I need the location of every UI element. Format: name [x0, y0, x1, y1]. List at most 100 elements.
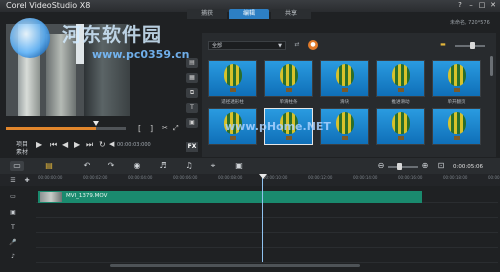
thumbnail-label: 推进滑动	[391, 100, 410, 105]
ruler-tick-label: 00:00:00:00	[38, 175, 63, 180]
transition-thumbnail[interactable]	[320, 60, 369, 97]
watermark-url: www.pc0359.cn	[92, 48, 190, 61]
category-dropdown[interactable]: 全部 ▼	[208, 41, 286, 50]
balloon-basket	[342, 88, 348, 92]
instant-project-icon[interactable]: ▦	[186, 73, 198, 83]
transition-thumbnail[interactable]	[208, 60, 257, 97]
thumbnail-zoom-handle[interactable]	[470, 42, 475, 49]
ruler-tick-label: 00:00:02:00	[83, 175, 108, 180]
end-icon[interactable]: ⏭	[86, 140, 93, 150]
ruler-tick-label: 00:00:14:00	[353, 175, 378, 180]
tab-edit[interactable]: 编辑	[229, 9, 269, 19]
home-icon[interactable]: ⏮	[50, 140, 57, 150]
overlay-track[interactable]	[36, 204, 498, 218]
clip-name: MVI_1379.MOV	[66, 193, 108, 199]
mark-in-icon[interactable]: [	[138, 124, 141, 133]
balloon-basket	[286, 88, 292, 92]
list-view-icon[interactable]: ▬	[438, 40, 448, 50]
timeline-ruler[interactable]	[0, 174, 500, 186]
fit-to-window-icon[interactable]: ⊡	[434, 161, 448, 171]
music-track-icon[interactable]: ♪	[8, 252, 18, 262]
transition-icon[interactable]: ⧉	[186, 88, 198, 98]
graphics-icon[interactable]: ▣	[186, 118, 198, 128]
mark-out-icon[interactable]: ]	[150, 124, 153, 133]
library-scrollbar[interactable]	[490, 56, 493, 76]
voice-track[interactable]	[36, 234, 498, 248]
thumbnail-label: 单滑柱条	[279, 100, 298, 105]
balloon-icon	[392, 64, 410, 86]
category-value: 全部	[212, 43, 223, 49]
media-icon[interactable]: ▤	[186, 58, 198, 68]
zoom-in-icon[interactable]: ⊕	[418, 161, 432, 171]
zoom-out-icon[interactable]: ⊖	[374, 161, 388, 171]
balloon-icon	[336, 112, 354, 134]
playhead-handle[interactable]	[259, 174, 267, 179]
sound-mixer-icon[interactable]: ♬	[156, 161, 170, 171]
redo-icon[interactable]: ↷	[104, 161, 118, 171]
enlarge-icon[interactable]: ⤢	[173, 124, 179, 133]
balloon-basket	[398, 136, 404, 140]
title-track-icon[interactable]: T	[8, 223, 18, 233]
ruler-tick-label: 00:00:18:00	[443, 175, 468, 180]
fx-filter-icon[interactable]: FX	[186, 142, 198, 152]
voice-track-icon[interactable]: 🎤	[8, 238, 18, 248]
previous-frame-icon[interactable]: ◀	[62, 140, 68, 149]
storyboard-view-icon[interactable]: ▭	[10, 161, 24, 171]
overlay-track-icon[interactable]: ▣	[8, 208, 18, 218]
ruler-tick-label: 00:00:20:00	[488, 175, 500, 180]
subtitle-editor-icon[interactable]: ▣	[232, 161, 246, 171]
balloon-icon	[336, 64, 354, 86]
video-track-icon[interactable]: ▭	[8, 192, 18, 202]
scrubber-fill	[6, 127, 96, 130]
clip-mode-label[interactable]: 素材	[16, 147, 28, 156]
tab-capture[interactable]: 捕获	[187, 9, 227, 19]
maximize-button[interactable]: □	[477, 1, 487, 10]
balloon-icon	[392, 112, 410, 134]
clip-thumbnail	[40, 192, 62, 202]
minimize-button[interactable]: –	[466, 1, 476, 10]
transition-thumbnail[interactable]	[264, 60, 313, 97]
timeline-scrollbar[interactable]	[110, 264, 360, 267]
next-frame-icon[interactable]: ▶	[74, 140, 80, 149]
close-button[interactable]: ✕	[488, 1, 498, 10]
title-track[interactable]	[36, 219, 498, 233]
transition-thumbnail[interactable]	[376, 60, 425, 97]
record-capture-icon[interactable]: ◉	[130, 161, 144, 171]
balloon-basket	[454, 88, 460, 92]
tab-share[interactable]: 共享	[271, 9, 311, 19]
timeline-view-icon[interactable]: ▤	[42, 161, 56, 171]
browse-icon[interactable]: ⇄	[292, 40, 302, 50]
balloon-basket	[342, 136, 348, 140]
project-resolution: 未命名, 720*576	[450, 20, 490, 26]
undo-icon[interactable]: ↶	[80, 161, 94, 171]
repeat-icon[interactable]: ↻	[99, 140, 106, 149]
balloon-icon	[224, 64, 242, 86]
balloon-basket	[286, 136, 292, 140]
balloon-basket	[230, 136, 236, 140]
scrubber-handle[interactable]	[93, 121, 99, 126]
motion-tracking-icon[interactable]: ⌖	[206, 161, 220, 171]
auto-music-icon[interactable]: ♫	[182, 161, 196, 171]
timeline-zoom-handle[interactable]	[397, 163, 402, 170]
volume-icon[interactable]: ◀	[109, 140, 114, 148]
balloon-basket	[230, 88, 236, 92]
preview-timecode[interactable]: 00:00:03:000	[117, 142, 151, 148]
app-title: Corel VideoStudio X8	[6, 1, 91, 10]
balloon-icon	[448, 64, 466, 86]
transition-thumbnail[interactable]	[376, 108, 425, 145]
title-icon[interactable]: T	[186, 103, 198, 113]
chevron-down-icon: ▼	[278, 43, 282, 49]
timeline-zoom-slider[interactable]	[388, 166, 418, 168]
music-track[interactable]	[36, 249, 498, 263]
help-button[interactable]: ?	[455, 1, 465, 10]
track-manager-icon[interactable]: ☰	[8, 176, 18, 186]
transition-thumbnail[interactable]	[432, 108, 481, 145]
balloon-icon	[448, 112, 466, 134]
add-chapter-icon[interactable]: ✚	[22, 176, 32, 186]
split-clip-icon[interactable]: ✂	[162, 124, 168, 132]
transition-thumbnail[interactable]	[432, 60, 481, 97]
favorite-icon[interactable]: ●	[308, 40, 318, 50]
timeline-timecode[interactable]: 0:00:05:06	[453, 164, 483, 170]
play-icon[interactable]: ▶	[36, 140, 42, 149]
watermark-title: 河东软件园	[62, 24, 163, 46]
